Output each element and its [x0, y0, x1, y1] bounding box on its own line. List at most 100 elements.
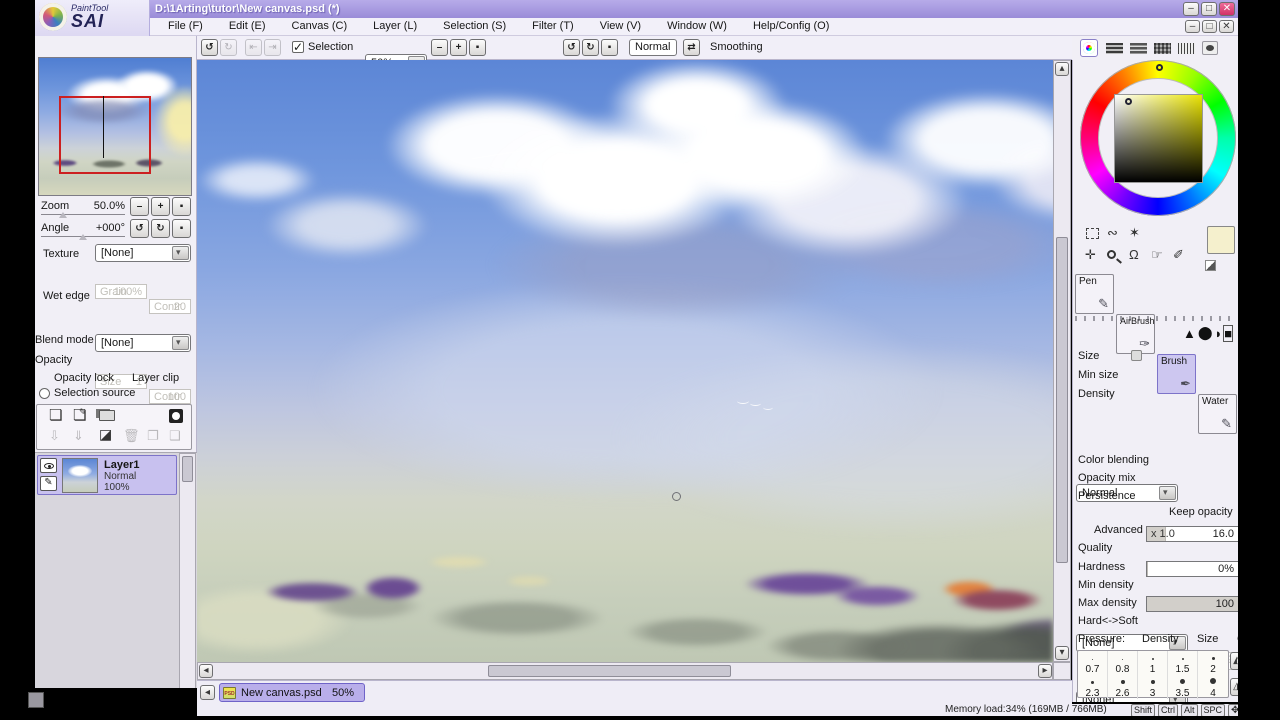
hue-selector-ring[interactable]	[1156, 64, 1163, 71]
rotate-reset-button[interactable]	[601, 39, 618, 56]
size-unit-toggle[interactable]	[1131, 350, 1142, 361]
tip-square-icon[interactable]: ■	[1223, 324, 1234, 342]
secondary-color-swatch[interactable]	[1205, 260, 1216, 271]
doc-minimize-button[interactable]	[1185, 20, 1200, 33]
brush-mode-arrow-icon[interactable]	[1159, 486, 1176, 500]
menu-file[interactable]: File (F)	[168, 20, 203, 32]
density-slider[interactable]: 100	[1146, 596, 1238, 612]
nav-zoom-slider-thumb[interactable]	[59, 212, 67, 218]
current-color-swatch[interactable]	[1207, 226, 1235, 254]
clear-layer-icon[interactable]: ◪	[99, 427, 112, 441]
size-slider[interactable]: x 1.0 16.0	[1146, 526, 1238, 542]
menu-helpconfig[interactable]: Help/Config (O)	[753, 20, 829, 32]
custom-palette-tab-icon[interactable]	[1178, 43, 1195, 54]
copy-layer-icon[interactable]: ❐	[147, 429, 159, 442]
eyedropper-tool-icon[interactable]: ✐	[1173, 248, 1184, 261]
sv-selector-ring[interactable]	[1125, 98, 1132, 105]
brush-tip-shapes[interactable]: ▲ ⬤ ◗ ■	[1183, 324, 1238, 342]
layer-row-layer1[interactable]: ✎ Layer1 Normal 100%	[37, 455, 177, 495]
nav-rotate-cw-button[interactable]	[151, 219, 170, 238]
wet-edge-dropdown[interactable]: [None]	[95, 334, 191, 352]
flip-horizontal-button[interactable]	[683, 39, 700, 56]
undo-button[interactable]	[201, 39, 218, 56]
menu-edit[interactable]: Edit (E)	[229, 20, 266, 32]
zoom-in-button[interactable]	[450, 39, 467, 56]
nav-zoom-slider[interactable]	[41, 214, 125, 215]
deselect-button[interactable]	[245, 39, 262, 56]
app-minimize-button[interactable]	[1183, 2, 1199, 16]
menu-selection[interactable]: Selection (S)	[443, 20, 506, 32]
navigator-view-rect[interactable]	[59, 96, 151, 174]
app-close-button[interactable]	[1219, 2, 1235, 16]
rotate-ccw-button[interactable]	[563, 39, 580, 56]
hand-tool-icon[interactable]: ☞	[1151, 248, 1163, 261]
tip-round-icon[interactable]: ⬤	[1198, 325, 1213, 341]
menu-view[interactable]: View (V)	[600, 20, 641, 32]
zoom-tool-icon[interactable]	[1107, 250, 1122, 264]
swatches-tab-icon[interactable]	[1154, 43, 1171, 54]
selection-source-radio[interactable]	[39, 388, 50, 399]
menu-window[interactable]: Window (W)	[667, 20, 727, 32]
horizontal-scrollbar[interactable]	[197, 662, 1053, 680]
tool-water[interactable]: Water ✎	[1198, 394, 1237, 434]
tool-brush[interactable]: Brush ✒	[1157, 354, 1196, 394]
transfer-down-icon[interactable]: ⇩	[49, 429, 60, 442]
menu-layer[interactable]: Layer (L)	[373, 20, 417, 32]
lasso-icon[interactable]: ∾	[1107, 226, 1118, 239]
menu-filter[interactable]: Filter (T)	[532, 20, 574, 32]
new-layer-icon[interactable]: ❏	[49, 408, 62, 423]
nav-rotate-ccw-button[interactable]	[130, 219, 149, 238]
doc-maximize-button[interactable]	[1202, 20, 1217, 33]
rgb-slider-tab-icon[interactable]	[1106, 43, 1123, 54]
rotate-tool-icon[interactable]: Ω	[1129, 248, 1139, 261]
tab-scroll-left-button[interactable]	[200, 685, 215, 700]
nav-rotate-reset-button[interactable]	[172, 219, 191, 238]
hsv-slider-tab-icon[interactable]	[1130, 43, 1147, 54]
menu-canvas[interactable]: Canvas (C)	[292, 20, 348, 32]
delete-layer-icon[interactable]: 🗑	[123, 429, 140, 442]
canvas-viewport[interactable]	[197, 60, 1053, 662]
wet-edge-dropdown-arrow-icon[interactable]	[172, 336, 189, 350]
texture-dropdown-arrow-icon[interactable]	[172, 246, 189, 260]
scroll-up-button[interactable]	[1055, 62, 1069, 76]
magic-wand-icon[interactable]: ✶	[1129, 226, 1140, 239]
tool-pen[interactable]: Pen ✎	[1075, 274, 1114, 314]
layer-visibility-toggle[interactable]	[40, 458, 57, 473]
rotate-cw-button[interactable]	[582, 39, 599, 56]
layer-list-scrollbar[interactable]	[179, 453, 196, 689]
new-folder-icon[interactable]	[99, 410, 115, 421]
reselect-button[interactable]	[264, 39, 281, 56]
scroll-right-button[interactable]	[1038, 664, 1052, 678]
scroll-left-button[interactable]	[199, 664, 213, 678]
redo-button[interactable]	[220, 39, 237, 56]
tip-triangle-icon[interactable]: ▲	[1183, 326, 1196, 341]
zoom-out-button[interactable]	[431, 39, 448, 56]
doc-close-button[interactable]	[1219, 20, 1234, 33]
color-wheel-tab-icon[interactable]	[1080, 39, 1098, 57]
nav-zoom-in-button[interactable]	[151, 197, 170, 216]
document-tab[interactable]: PSD New canvas.psd 50%	[219, 683, 365, 702]
merge-down-icon[interactable]: ⇓	[73, 429, 84, 442]
scratchpad-tab-icon[interactable]	[1202, 41, 1218, 55]
nav-zoom-reset-button[interactable]	[172, 197, 191, 216]
saturation-value-square[interactable]	[1114, 94, 1203, 183]
texture-dropdown[interactable]: [None]	[95, 244, 191, 262]
layer-mask-icon[interactable]	[169, 409, 183, 423]
app-maximize-button[interactable]	[1201, 2, 1217, 16]
tip-dome-icon[interactable]: ◗	[1214, 326, 1222, 341]
min-size-slider[interactable]: 0%	[1146, 561, 1238, 577]
rect-select-icon[interactable]	[1086, 228, 1099, 239]
vertical-scroll-thumb[interactable]	[1056, 237, 1068, 563]
size-grid-scroll-up-button[interactable]	[1230, 652, 1238, 670]
nav-zoom-out-button[interactable]	[130, 197, 149, 216]
new-linework-layer-icon[interactable]: ❏ ✎	[73, 408, 87, 424]
zoom-reset-button[interactable]	[469, 39, 486, 56]
move-tool-icon[interactable]: ✛	[1085, 248, 1096, 261]
scroll-down-button[interactable]	[1055, 646, 1069, 660]
color-wheel[interactable]	[1080, 60, 1236, 216]
nav-angle-slider-thumb[interactable]	[79, 234, 87, 240]
selection-visible-checkbox[interactable]	[292, 40, 304, 54]
paint-mode-box[interactable]: Normal	[629, 39, 677, 56]
vertical-scrollbar[interactable]	[1053, 60, 1071, 662]
size-grid-scroll-down-button[interactable]	[1230, 678, 1238, 696]
